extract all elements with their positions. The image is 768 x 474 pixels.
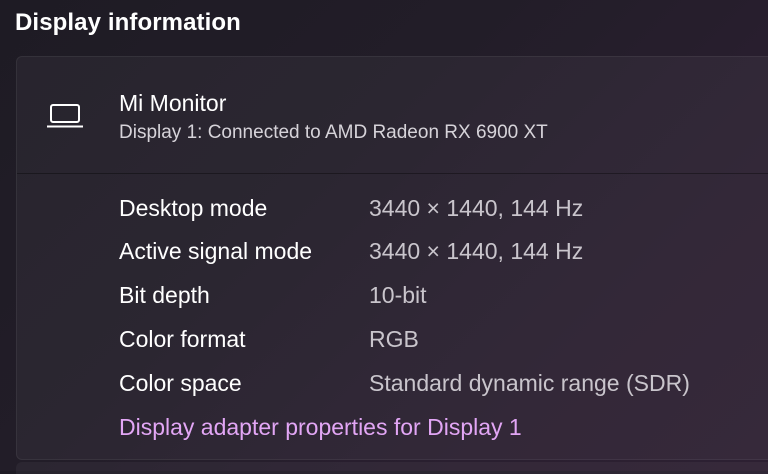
detail-label: Desktop mode [119, 195, 268, 221]
next-card-edge [16, 462, 768, 474]
detail-row-bit-depth: Bit depth 10-bit [119, 282, 759, 312]
detail-value: 3440 × 1440, 144 Hz [369, 238, 584, 264]
detail-row-color-format: Color format RGB [119, 326, 759, 356]
display-info-card: Mi Monitor Display 1: Connected to AMD R… [16, 56, 768, 460]
monitor-name: Mi Monitor [119, 90, 227, 116]
detail-label: Color format [119, 326, 246, 352]
detail-row-active-signal-mode: Active signal mode 3440 × 1440, 144 Hz [119, 238, 759, 268]
monitor-connection: Display 1: Connected to AMD Radeon RX 69… [119, 122, 548, 143]
detail-row-color-space: Color space Standard dynamic range (SDR) [119, 370, 759, 400]
detail-label: Bit depth [119, 282, 210, 308]
detail-value: 10-bit [369, 282, 427, 308]
detail-label: Active signal mode [119, 238, 313, 264]
monitor-header: Mi Monitor Display 1: Connected to AMD R… [17, 57, 768, 174]
detail-value: 3440 × 1440, 144 Hz [369, 195, 584, 221]
display-adapter-properties-link[interactable]: Display adapter properties for Display 1 [119, 414, 522, 441]
detail-row-desktop-mode: Desktop mode 3440 × 1440, 144 Hz [119, 195, 759, 225]
detail-value: Standard dynamic range (SDR) [369, 370, 690, 396]
laptop-icon [47, 104, 83, 128]
section-title: Display information [15, 9, 241, 36]
detail-value: RGB [369, 326, 419, 352]
detail-label: Color space [119, 370, 242, 396]
